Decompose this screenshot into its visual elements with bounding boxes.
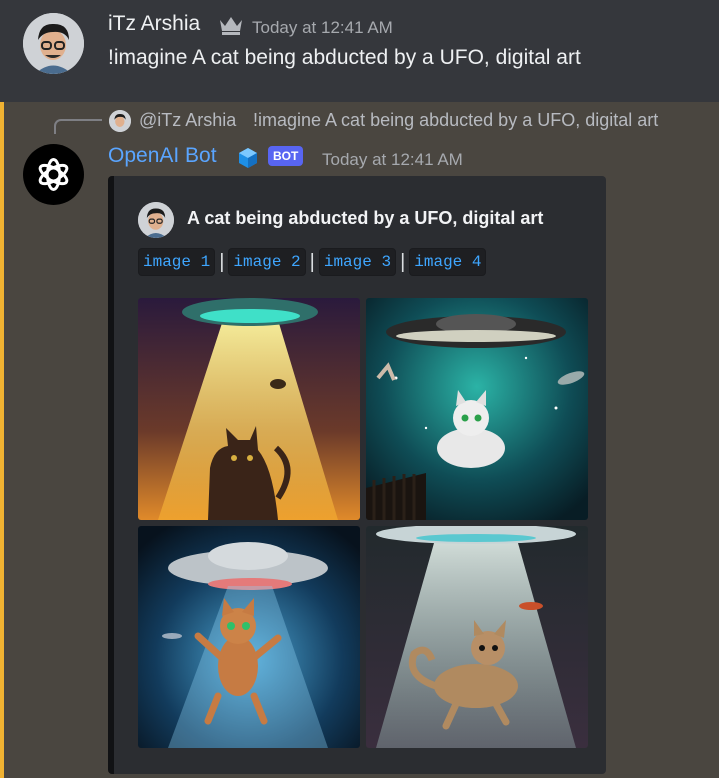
image-link-1[interactable]: image 1 bbox=[138, 248, 216, 276]
image-embed: A cat being abducted by a UFO, digital a… bbox=[108, 176, 606, 774]
verified-cube-icon bbox=[236, 146, 260, 170]
generated-image-4[interactable] bbox=[366, 526, 588, 748]
mention-highlight-bar bbox=[0, 102, 4, 778]
link-separator: | bbox=[219, 250, 225, 273]
generated-image-3[interactable] bbox=[138, 526, 360, 748]
user-message: iTz Arshia Today at 12:41 AM !imagine A … bbox=[0, 0, 719, 102]
bot-tag-badge: BOT bbox=[268, 146, 304, 166]
generated-image-1[interactable] bbox=[138, 298, 360, 520]
image-link-2[interactable]: image 2 bbox=[228, 248, 306, 276]
message-timestamp: Today at 12:41 AM bbox=[252, 18, 393, 37]
crown-icon bbox=[218, 14, 244, 36]
link-separator: | bbox=[309, 250, 315, 273]
image-link-4[interactable]: image 4 bbox=[409, 248, 487, 276]
bot-name[interactable]: OpenAI Bot bbox=[108, 144, 217, 168]
bot-message: @iTz Arshia !imagine A cat being abducte… bbox=[0, 102, 719, 778]
user-avatar[interactable] bbox=[23, 13, 84, 74]
reply-connector bbox=[54, 119, 102, 134]
openai-logo-icon bbox=[38, 158, 69, 191]
reply-avatar[interactable] bbox=[109, 110, 131, 132]
reply-mention[interactable]: @iTz Arshia bbox=[139, 110, 236, 131]
link-separator: | bbox=[400, 250, 406, 273]
reply-preview-text[interactable]: !imagine A cat being abducted by a UFO, … bbox=[253, 110, 658, 131]
image-link-3[interactable]: image 3 bbox=[318, 248, 397, 276]
embed-title: A cat being abducted by a UFO, digital a… bbox=[187, 208, 544, 228]
generated-image-2[interactable] bbox=[366, 298, 588, 520]
user-name[interactable]: iTz Arshia bbox=[108, 12, 200, 36]
message-content: !imagine A cat being abducted by a UFO, … bbox=[108, 46, 581, 69]
embed-author-avatar bbox=[138, 202, 174, 238]
bot-timestamp: Today at 12:41 AM bbox=[322, 150, 463, 169]
image-grid bbox=[138, 298, 588, 748]
bot-avatar[interactable] bbox=[23, 144, 84, 205]
image-links: image 1 | image 2 | image 3 | image 4 bbox=[138, 248, 487, 276]
